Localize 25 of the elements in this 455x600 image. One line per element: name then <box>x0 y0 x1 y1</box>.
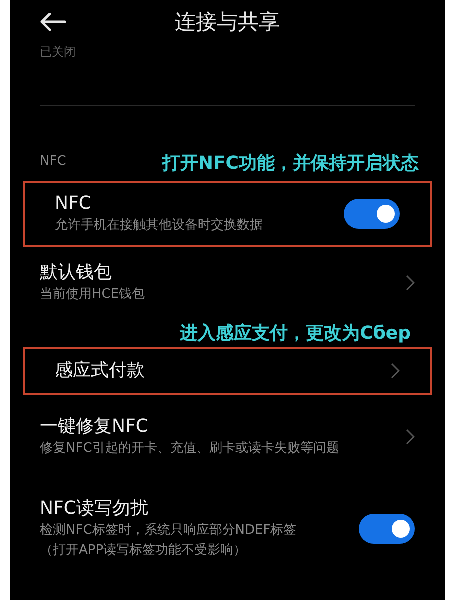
row-title: 默认钱包 <box>40 261 113 285</box>
screen-title: 连接与共享 <box>175 8 280 36</box>
row-subtitle: （打开APP读写标签功能不受影响） <box>40 542 248 560</box>
status-text: 已关闭 <box>40 45 76 59</box>
row-subtitle: 修复NFC引起的开卡、充值、刷卡或读卡失败等问题 <box>40 440 340 458</box>
settings-row[interactable]: 感应式付款 <box>23 347 432 395</box>
settings-row[interactable]: NFC读写勿扰 检测NFC标签时，系统只响应部分NDEF标签 （打开APP读写标签功能不受影响） <box>10 479 445 579</box>
row-title: 感应式付款 <box>55 359 145 383</box>
annotation-text: 打开NFC功能，并保持开启状态 <box>162 152 419 176</box>
row-subtitle: 当前使用HCE钱包 <box>40 286 146 304</box>
section-label: NFC <box>40 152 66 170</box>
settings-row[interactable]: NFC 允许手机在接触其他设备时交换数据 <box>23 181 432 247</box>
toggle-switch[interactable] <box>359 514 415 544</box>
row-title: NFC读写勿扰 <box>40 497 150 521</box>
chevron-icon <box>406 275 415 291</box>
annotation-text: 进入感应支付，更改为Сбер <box>180 322 411 346</box>
settings-row[interactable]: 默认钱包 当前使用HCE钱包 <box>10 247 445 319</box>
row-title: 一键修复NFC <box>40 415 150 439</box>
chevron-icon <box>391 363 400 379</box>
chevron-icon <box>406 429 415 445</box>
row-subtitle: 允许手机在接触其他设备时交换数据 <box>55 217 263 235</box>
toggle-switch[interactable] <box>344 199 400 229</box>
settings-row[interactable]: 一键修复NFC 修复NFC引起的开卡、充值、刷卡或读卡失败等问题 <box>10 395 445 479</box>
row-title: NFC <box>55 192 92 216</box>
row-subtitle: 检测NFC标签时，系统只响应部分NDEF标签 <box>40 522 297 540</box>
